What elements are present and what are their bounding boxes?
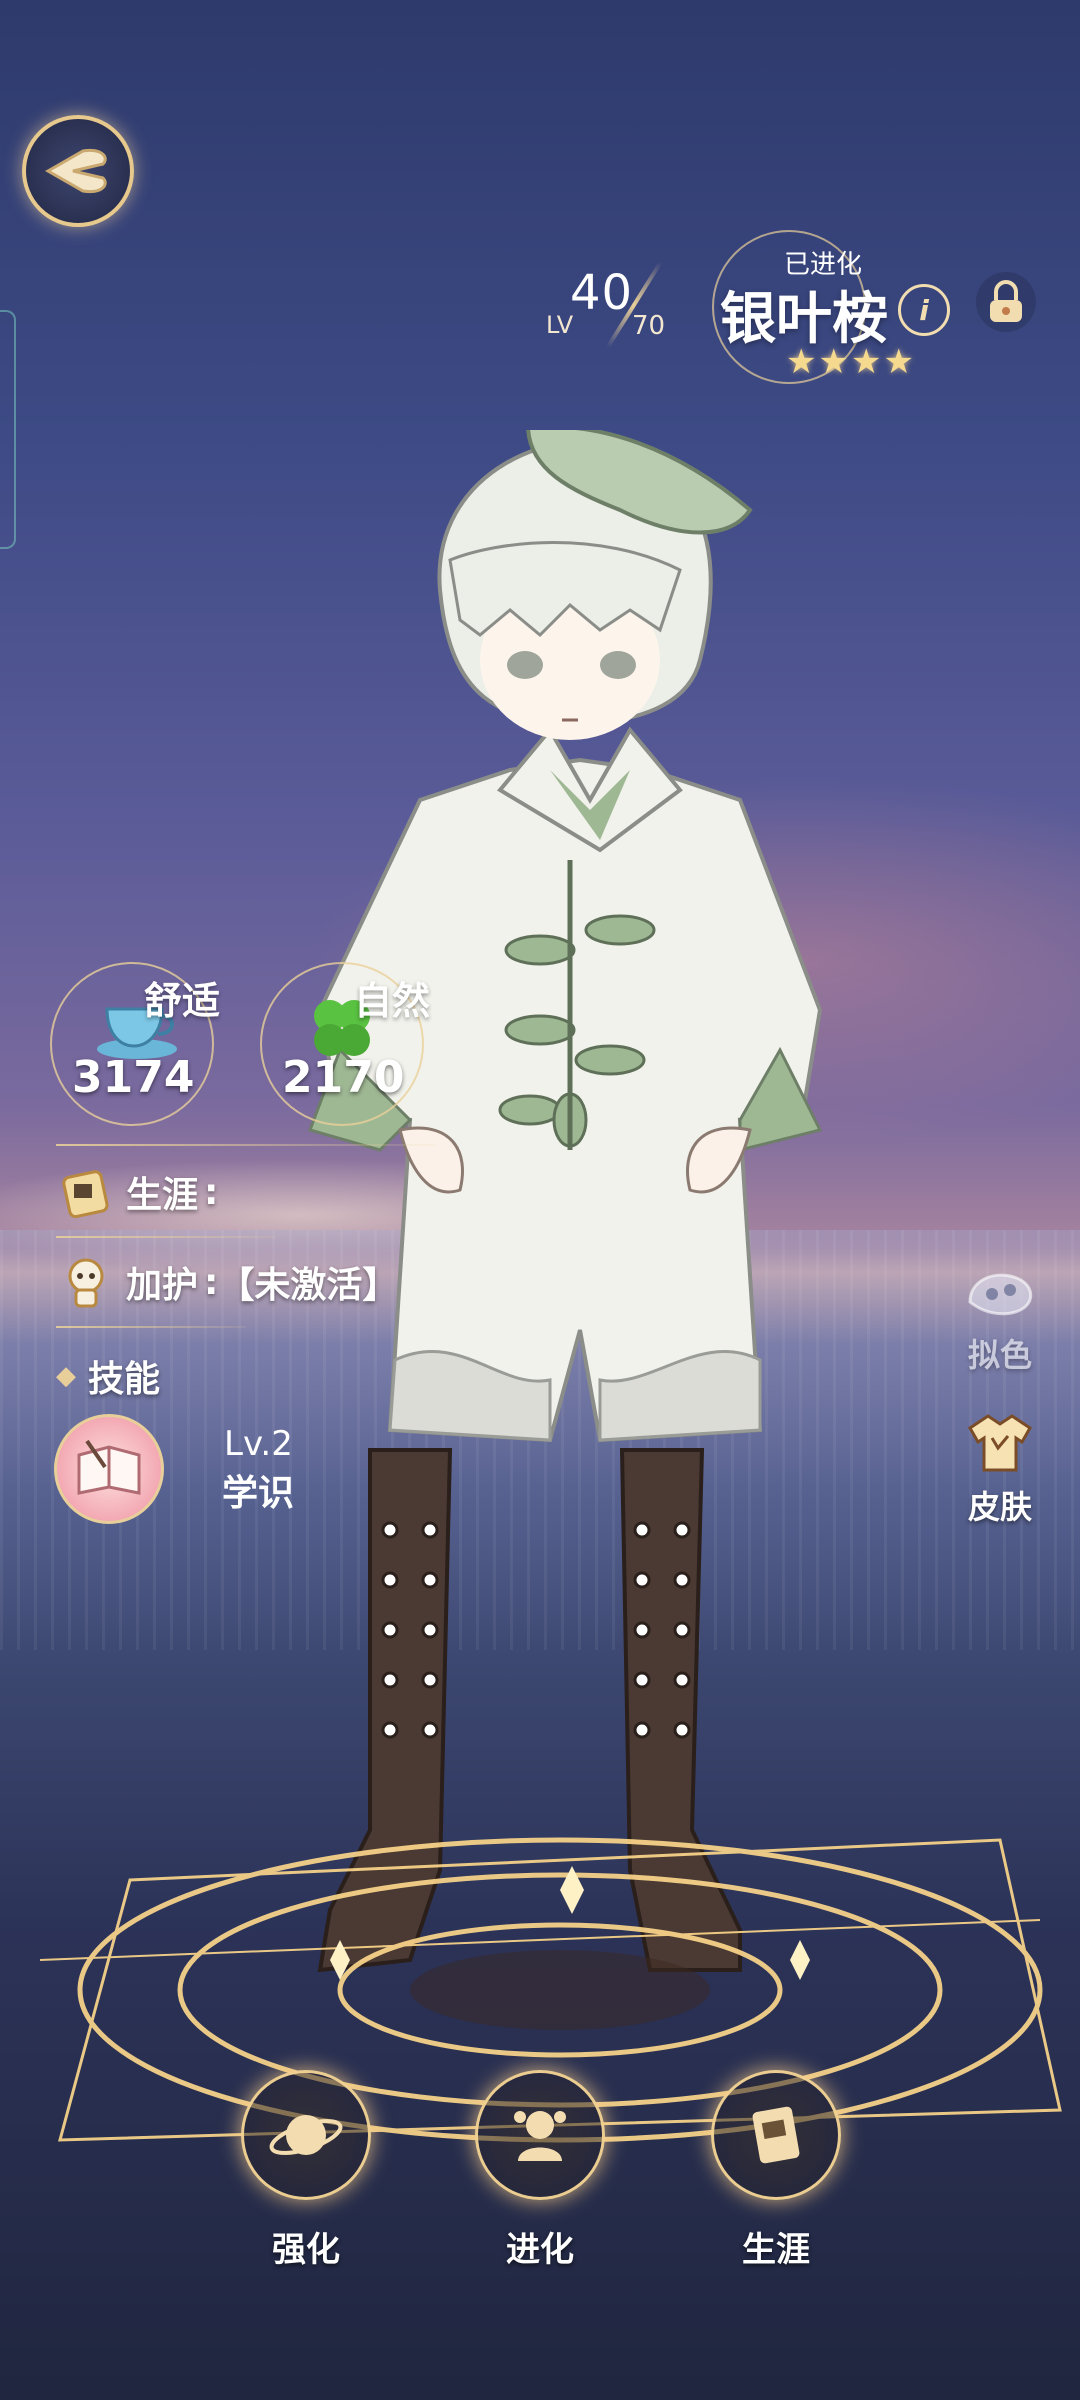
skill-name: 学识 <box>222 1473 295 1514</box>
diamond-icon: ◆ <box>56 1361 76 1391</box>
info-icon: i <box>919 293 929 327</box>
character-detail-screen: { "header": { "level_prefix": "LV", "lev… <box>0 0 1080 2400</box>
lock-icon <box>990 280 1022 322</box>
info-button[interactable]: i <box>898 284 950 336</box>
dye-icon <box>968 1273 1033 1316</box>
colon: : <box>204 1171 219 1213</box>
career-row[interactable]: 生涯 : <box>56 1162 218 1222</box>
divider <box>56 1144 436 1146</box>
planet-icon <box>269 2115 343 2155</box>
colon: : <box>204 1261 219 1303</box>
divider <box>56 1326 246 1328</box>
career-icon <box>62 1170 109 1219</box>
dye-button[interactable]: 拟色 <box>950 1262 1050 1376</box>
stat-value: 3174 <box>72 1052 195 1103</box>
skin-button[interactable]: 皮肤 <box>950 1408 1050 1528</box>
guardian-status: 【未激活】 <box>218 1265 399 1306</box>
level-display: LV 40 70 <box>540 255 720 355</box>
dye-label: 拟色 <box>967 1336 1032 1374</box>
guardian-label: 加护 <box>126 1265 199 1306</box>
career-menu-button[interactable]: 生涯 <box>706 2070 846 2271</box>
skill-level: Lv.2 <box>224 1424 293 1464</box>
enhance-button[interactable]: 强化 <box>236 2070 376 2271</box>
guardian-row[interactable]: 加护 : 【未激活】 <box>56 1252 398 1312</box>
evolve-button[interactable]: 进化 <box>470 2070 610 2271</box>
guardian-icon <box>68 1258 104 1308</box>
evolve-label: 进化 <box>506 2230 574 2270</box>
career-book-icon <box>752 2106 800 2164</box>
divider <box>56 1236 276 1238</box>
book-icon <box>77 1439 141 1495</box>
stat-label: 舒适 <box>144 979 221 1023</box>
enhance-label: 强化 <box>272 2230 340 2270</box>
stat-nature: 自然 2170 <box>260 962 430 1126</box>
level-max: 70 <box>632 311 666 341</box>
side-panel-tab[interactable] <box>0 310 16 549</box>
level-current: 40 <box>570 265 634 321</box>
back-wing-icon <box>44 148 107 194</box>
career-label: 生涯 <box>126 1175 199 1216</box>
lock-button[interactable] <box>976 272 1036 332</box>
skills-heading: ◆ 技能 <box>56 1350 160 1402</box>
skills-label: 技能 <box>88 1359 161 1400</box>
stat-value: 2170 <box>282 1052 405 1103</box>
career-menu-label: 生涯 <box>742 2230 810 2270</box>
evolve-icon <box>514 2111 566 2161</box>
stat-label: 自然 <box>354 979 431 1023</box>
stat-comfort: 舒适 3174 <box>50 962 220 1126</box>
back-button[interactable] <box>22 115 134 227</box>
character-figure <box>308 430 823 1973</box>
skill-button[interactable] <box>54 1414 164 1524</box>
skin-icon <box>968 1414 1032 1472</box>
skin-label: 皮肤 <box>967 1488 1032 1526</box>
rarity-stars: ★★★★ <box>786 342 916 382</box>
